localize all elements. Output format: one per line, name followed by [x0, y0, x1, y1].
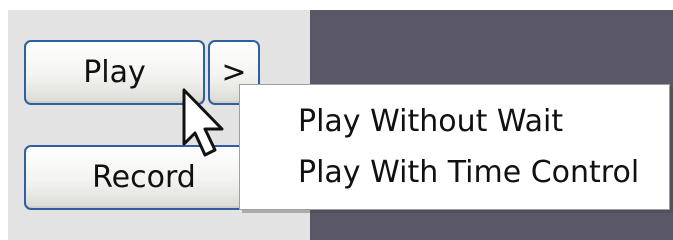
menu-item-play-without-wait[interactable]: Play Without Wait: [240, 100, 669, 142]
arrow-cursor-icon: [182, 88, 224, 157]
play-button[interactable]: Play: [24, 40, 205, 105]
menu-item-play-with-time-control[interactable]: Play With Time Control: [240, 151, 669, 193]
play-options-menu: Play Without Wait Play With Time Control: [239, 84, 670, 210]
record-button[interactable]: Record: [24, 145, 264, 210]
